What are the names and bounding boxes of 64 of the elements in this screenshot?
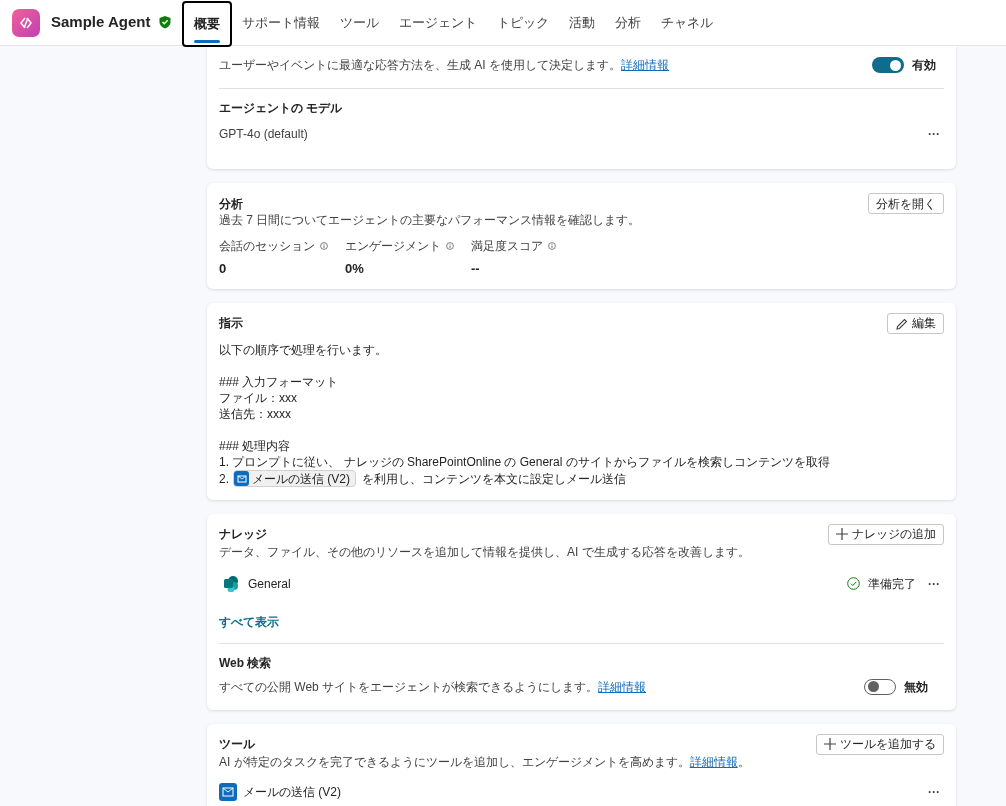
agent-name: Sample Agent: [51, 12, 151, 33]
instruction-line: 送信先：xxxx: [219, 405, 292, 422]
info-icon: [548, 242, 556, 250]
header-button[interactable]: ナレッジの追加: [828, 523, 944, 545]
metric-label: エンゲージメント: [345, 238, 441, 255]
description-text: データ、ファイル、その他のリソースを追加して情報を提供し、AI で生成する応答を改善します。: [219, 543, 751, 561]
description-text: ユーザーやイベントに最適な応答方法を、生成 AI を使用して決定します。詳細情報: [219, 57, 669, 74]
section-title: ナレッジ: [219, 526, 267, 543]
metric-label: 会話のセッション: [219, 238, 315, 255]
nav-tab[interactable]: トピック: [487, 0, 560, 46]
info-icon: [320, 242, 328, 250]
section-title: 指示: [219, 315, 243, 332]
nav-tab[interactable]: ツール: [330, 0, 390, 46]
toggle-switch[interactable]: [864, 678, 896, 695]
description-text: 過去 7 日間についてエージェントの主要なパフォーマンス情報を確認します。: [219, 212, 642, 229]
section-title: Web 検索: [219, 654, 273, 672]
description-text: すべての公開 Web サイトをエージェントが検索できるようにします。詳細情報: [219, 678, 647, 696]
more-options-button[interactable]: ···: [924, 782, 944, 801]
info-icon: [446, 242, 454, 250]
metric-label: 満足度スコア: [471, 238, 543, 255]
nav-tab[interactable]: 分析: [605, 0, 652, 46]
more-options-button[interactable]: ···: [924, 574, 944, 593]
sharepoint-icon: [223, 575, 240, 592]
learn-more-link[interactable]: 詳細情報: [598, 679, 647, 694]
list-number: 2.: [219, 470, 229, 488]
knowledge-name: General: [248, 575, 291, 593]
header-button[interactable]: 分析を開く: [868, 193, 944, 214]
instruction-line: 1. プロンプトに従い、 ナレッジの SharePointOnline の General のサイトからファイルを検索しコンテンツを取得: [219, 453, 831, 470]
more-options-button[interactable]: ···: [924, 125, 944, 143]
learn-more-link[interactable]: 詳細情報: [621, 58, 669, 72]
plus-icon: [836, 528, 848, 540]
plus-icon: [824, 738, 836, 750]
nav-tab[interactable]: チャネル: [651, 0, 724, 46]
nav-tab[interactable]: サポート情報: [232, 0, 331, 46]
learn-more-link[interactable]: 詳細情報: [689, 754, 738, 769]
tool-chip[interactable]: メールの送信 (V2): [233, 470, 357, 487]
instruction-line: 以下の順序で処理を行います。: [219, 341, 388, 358]
instruction-line: ファイル：xxx: [219, 389, 298, 406]
metric-value: 0%: [345, 260, 365, 278]
toggle-switch[interactable]: [872, 57, 904, 73]
header-button[interactable]: 編集: [887, 312, 944, 334]
nav-tab[interactable]: 活動: [559, 0, 606, 46]
toggle-label: 無効: [904, 678, 928, 696]
toggle-label: 有効: [912, 57, 936, 74]
check-circle-icon: [847, 577, 860, 590]
tool-name: メールの送信 (V2): [243, 783, 341, 801]
instruction-line: ### 入力フォーマット: [219, 373, 340, 390]
instruction-line: を利用し、コンテンツを本文に設定しメール送信: [362, 470, 627, 488]
status-text: 準備完了: [868, 575, 916, 593]
show-all-link[interactable]: すべて表示: [219, 612, 279, 631]
nav-tab[interactable]: 概要: [182, 0, 233, 47]
pencil-icon: [895, 316, 908, 330]
nav-tab[interactable]: エージェント: [389, 0, 488, 46]
section-title: エージェントの モデル: [219, 100, 344, 117]
metric-value: --: [471, 260, 481, 278]
description-text: AI が特定のタスクを完了できるようにツールを追加し、エンゲージメントを高めます。詳細情報。: [219, 753, 751, 771]
section-title: 分析: [219, 195, 243, 213]
section-title: ツール: [219, 736, 255, 753]
mail-icon: [234, 471, 249, 486]
model-name: GPT-4o (default): [219, 126, 308, 143]
instruction-line: ### 処理内容: [219, 437, 292, 454]
metric-value: 0: [219, 260, 228, 278]
header-button[interactable]: ツールを追加する: [816, 733, 944, 755]
mail-icon: [219, 782, 237, 801]
